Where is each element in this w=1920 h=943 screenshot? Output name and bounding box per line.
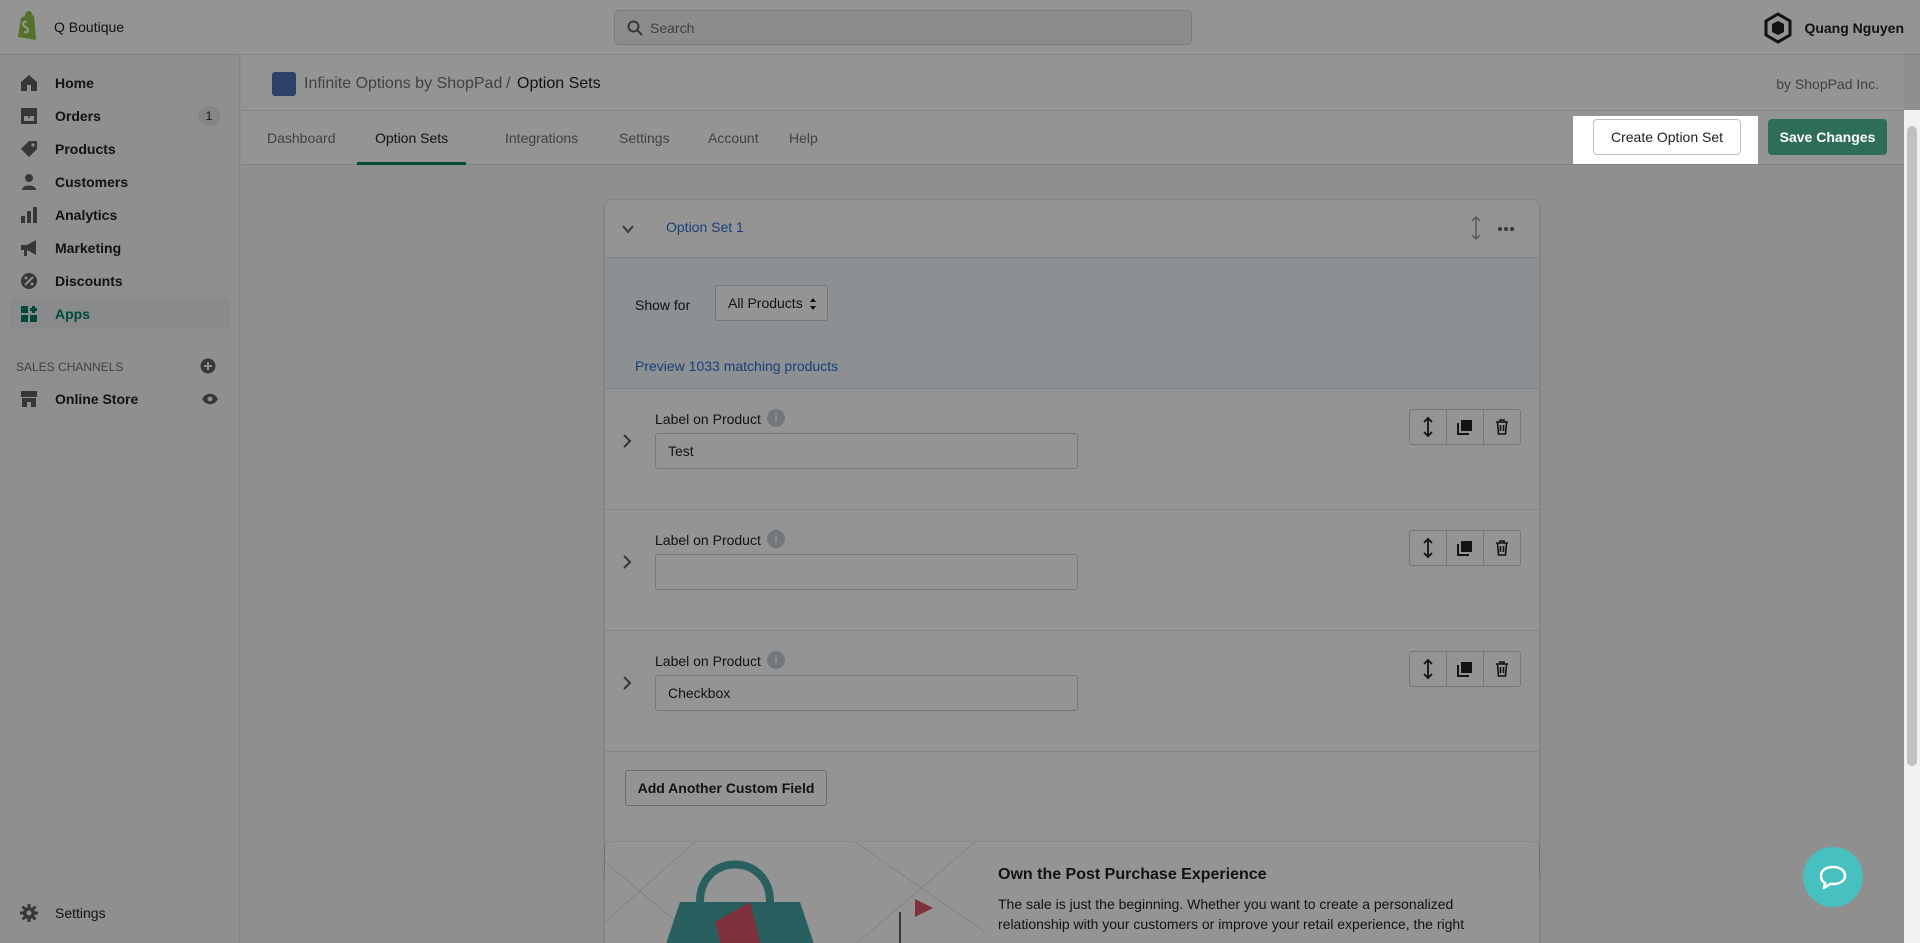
dim-overlay [0, 164, 1920, 943]
create-option-set-button[interactable]: Create Option Set [1593, 119, 1741, 155]
dim-overlay [0, 0, 1920, 116]
scrollbar[interactable] [1904, 110, 1920, 943]
chat-button[interactable] [1803, 847, 1863, 907]
chat-icon [1819, 865, 1847, 889]
scrollbar-thumb[interactable] [1907, 126, 1917, 766]
dim-overlay [0, 116, 1573, 164]
save-changes-button[interactable]: Save Changes [1768, 119, 1887, 155]
